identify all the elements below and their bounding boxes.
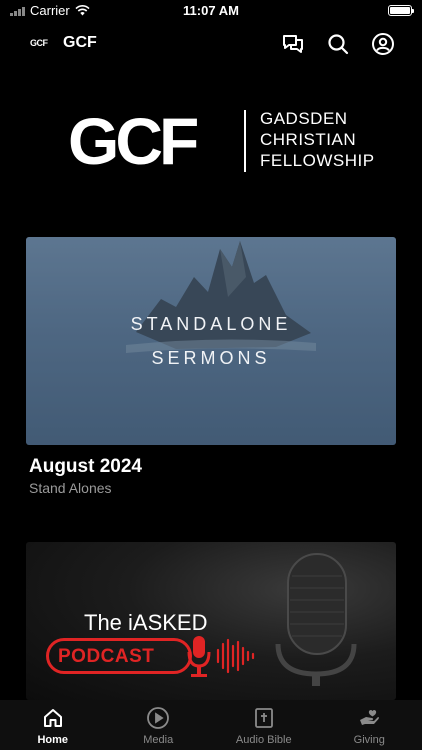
podcast-heading: The iASKED (84, 610, 208, 635)
tab-label: Home (37, 734, 69, 746)
soundwave-icon (216, 638, 255, 674)
brand-mark: GCF (68, 104, 199, 178)
chat-icon[interactable] (281, 32, 305, 56)
brand-logo: GCF GADSDEN CHRISTIAN FELLOWSHIP (68, 106, 378, 176)
tab-bar: Home Media Audio Bible Giving (0, 700, 422, 750)
nav-bar: GCF GCF (0, 28, 422, 60)
bible-icon (254, 708, 273, 728)
sermon-card-image[interactable]: STANDALONE SERMONS (26, 237, 396, 445)
status-time: 11:07 AM (183, 3, 239, 18)
podcast-mic-icon (187, 636, 211, 677)
play-icon (147, 707, 170, 729)
tab-home[interactable]: Home (0, 700, 106, 750)
card-overlay-line: STANDALONE (130, 314, 292, 334)
brand-line: GADSDEN (260, 109, 348, 128)
card-overlay-line: SERMONS (151, 348, 271, 368)
brand-line: FELLOWSHIP (260, 151, 375, 170)
tab-label: Audio Bible (235, 734, 292, 746)
sermon-title[interactable]: August 2024 (29, 456, 142, 478)
sermon-subtitle: Stand Alones (29, 480, 112, 496)
status-bar: Carrier 11:07 AM (0, 0, 422, 22)
giving-hand-icon (360, 710, 380, 725)
podcast-label: PODCAST (58, 646, 155, 667)
tab-audio-bible[interactable]: Audio Bible (211, 700, 317, 750)
tab-label: Media (143, 734, 174, 746)
tab-giving[interactable]: Giving (317, 700, 422, 750)
brand-divider (244, 110, 246, 172)
nav-logo[interactable]: GCF (30, 38, 48, 48)
podcast-card-image[interactable]: The iASKED PODCAST (26, 542, 396, 700)
brand-line: CHRISTIAN (260, 130, 357, 149)
microphone-image (275, 553, 357, 686)
nav-title: GCF (63, 34, 97, 51)
brand-name: GADSDEN CHRISTIAN FELLOWSHIP (260, 108, 375, 171)
search-icon[interactable] (326, 32, 350, 56)
tab-media[interactable]: Media (106, 700, 212, 750)
tab-label: Giving (353, 734, 385, 746)
home-icon (43, 709, 62, 727)
profile-icon[interactable] (371, 32, 395, 56)
battery-icon (388, 5, 414, 16)
